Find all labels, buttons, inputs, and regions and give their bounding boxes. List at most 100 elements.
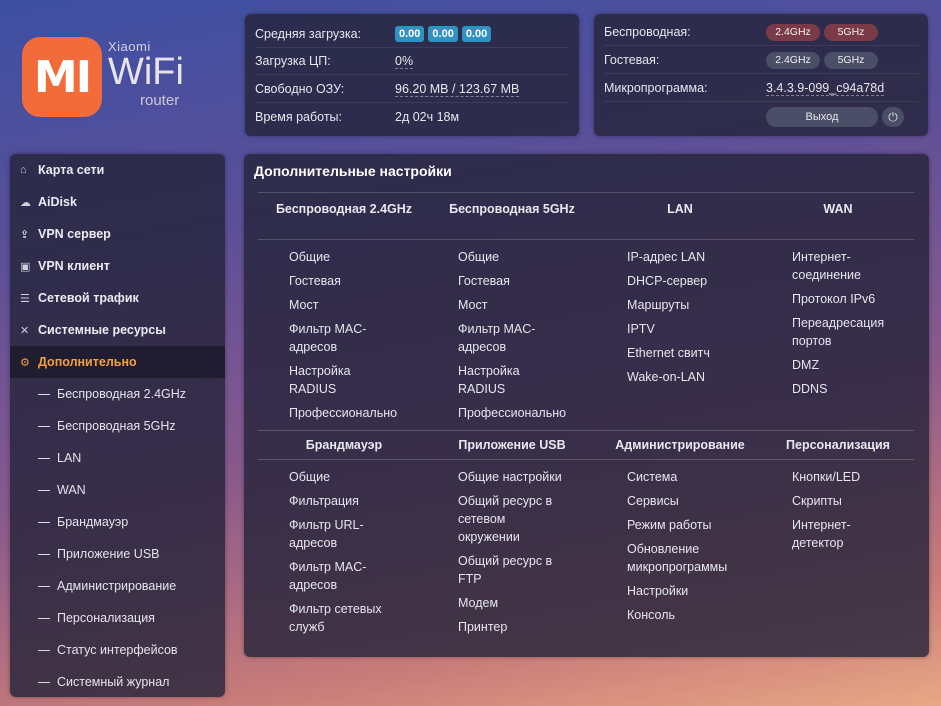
divider (258, 239, 914, 240)
link-lan-routes[interactable]: Маршруты (627, 296, 689, 314)
sidebar-subitem-label: Беспроводная 5GHz (57, 419, 176, 433)
load-5min-badge[interactable]: 0.00 (428, 26, 458, 42)
link-admin-mode[interactable]: Режим работы (627, 516, 711, 534)
sidebar-subitem-lan[interactable]: LAN (10, 442, 225, 474)
sidebar-subitem-wan[interactable]: WAN (10, 474, 225, 506)
link-w5-bridge[interactable]: Мост (458, 296, 487, 314)
link-lan-switch[interactable]: Ethernet свитч (627, 344, 710, 362)
wireless-5-toggle[interactable]: 5GHz (824, 23, 878, 41)
link-wan-dmz[interactable]: DMZ (792, 356, 819, 374)
link-usb-samba[interactable]: Общий ресурс в сетевом окружении (458, 492, 568, 546)
sidebar-item-traffic[interactable]: ☰ Сетевой трафик (10, 282, 225, 314)
firmware-version-link[interactable]: 3.4.3.9-099_c94a78d (766, 81, 885, 96)
guest-24-toggle[interactable]: 2.4GHz (766, 51, 820, 69)
link-fw-mac-filter[interactable]: Фильтр MAC-адресов (289, 558, 389, 594)
sidebar-item-vpn-server[interactable]: ⇪ VPN сервер (10, 218, 225, 250)
link-w24-bridge[interactable]: Мост (289, 296, 318, 314)
sidebar-item-label: VPN клиент (38, 259, 110, 273)
cpu-load-row: Средняя загрузка: 0.00 0.00 0.00 (255, 21, 569, 48)
sidebar-item-label: Сетевой трафик (38, 291, 139, 305)
sidebar-item-system-resources[interactable]: ✕ Системные ресурсы (10, 314, 225, 346)
link-cust-scripts[interactable]: Скрипты (792, 492, 842, 510)
sidebar-subitem-wireless-5[interactable]: Беспроводная 5GHz (10, 410, 225, 442)
link-lan-wol[interactable]: Wake-on-LAN (627, 368, 705, 386)
sidebar-item-aidisk[interactable]: ☁ AiDisk (10, 186, 225, 218)
sidebar-subitem-usb[interactable]: Приложение USB (10, 538, 225, 570)
link-w24-mac-filter[interactable]: Фильтр MAC-адресов (289, 320, 389, 356)
link-usb-printer[interactable]: Принтер (458, 618, 507, 636)
sidebar-item-vpn-client[interactable]: ▣ VPN клиент (10, 250, 225, 282)
link-fw-url-filter[interactable]: Фильтр URL-адресов (289, 516, 379, 552)
link-w24-professional[interactable]: Профессионально (289, 404, 397, 422)
ram-row: Свободно ОЗУ: 96.20 MB / 123.67 MB (255, 76, 569, 103)
link-cust-buttons-led[interactable]: Кнопки/LED (792, 468, 860, 486)
guest-5-toggle[interactable]: 5GHz (824, 51, 878, 69)
link-w5-professional[interactable]: Профессионально (458, 404, 566, 422)
link-admin-firmware[interactable]: Обновление микропрограммы (627, 540, 742, 576)
sidebar-subitem-interface-status[interactable]: Статус интерфейсов (10, 634, 225, 666)
sidebar-subitem-label: Администрирование (57, 579, 177, 593)
link-usb-modem[interactable]: Модем (458, 594, 498, 612)
link-lan-dhcp[interactable]: DHCP-сервер (627, 272, 707, 290)
logout-button[interactable]: Выход (766, 106, 878, 127)
divider (258, 459, 914, 460)
heading-wireless-24: Беспроводная 2.4GHz (275, 202, 413, 216)
sidebar-subitem-admin[interactable]: Администрирование (10, 570, 225, 602)
load-15min-badge[interactable]: 0.00 (461, 26, 492, 42)
logo-sub: router (140, 92, 180, 109)
link-admin-console[interactable]: Консоль (627, 606, 675, 624)
link-wan-ipv6[interactable]: Протокол IPv6 (792, 290, 875, 308)
link-w5-guest[interactable]: Гостевая (458, 272, 510, 290)
heading-wireless-5: Беспроводная 5GHz (449, 202, 575, 216)
mi-logo-mark: MI (22, 37, 102, 117)
link-wan-port-forward[interactable]: Переадресация портов (792, 314, 902, 350)
ram-value[interactable]: 96.20 MB / 123.67 MB (395, 82, 520, 97)
gear-icon: ⚙ (20, 356, 30, 369)
load-1min-badge[interactable]: 0.00 (395, 26, 425, 42)
link-w5-mac-filter[interactable]: Фильтр MAC-адресов (458, 320, 558, 356)
sidebar-subitem-label: Статус интерфейсов (57, 643, 178, 657)
link-lan-iptv[interactable]: IPTV (627, 320, 655, 338)
sidebar-item-advanced[interactable]: ⚙ Дополнительно (10, 346, 225, 378)
link-admin-services[interactable]: Сервисы (627, 492, 679, 510)
sidebar-subitem-customization[interactable]: Персонализация (10, 602, 225, 634)
logout-row: Выход ⏻ (604, 103, 918, 130)
sidebar-subitem-firewall[interactable]: Брандмауэр (10, 506, 225, 538)
wireless-label: Беспроводная: (604, 25, 691, 39)
link-w24-guest[interactable]: Гостевая (289, 272, 341, 290)
wireless-24-toggle[interactable]: 2.4GHz (766, 23, 820, 41)
link-fw-general[interactable]: Общие (289, 468, 330, 486)
link-usb-ftp[interactable]: Общий ресурс в FTP (458, 552, 568, 588)
link-lan-ip[interactable]: IP-адрес LAN (627, 248, 705, 266)
link-wan-ddns[interactable]: DDNS (792, 380, 827, 398)
heading-customization: Персонализация (786, 438, 890, 452)
link-fw-service-filter[interactable]: Фильтр сетевых служб (289, 600, 399, 636)
link-w24-general[interactable]: Общие (289, 248, 330, 266)
sidebar-subitem-label: Приложение USB (57, 547, 160, 561)
link-fw-filtering[interactable]: Фильтрация (289, 492, 359, 510)
sidebar-item-label: VPN сервер (38, 227, 111, 241)
cpu-value[interactable]: 0% (395, 54, 414, 69)
share-icon: ⇪ (20, 228, 30, 241)
guest-row: Гостевая: 2.4GHz 5GHz (604, 47, 918, 74)
link-admin-system[interactable]: Система (627, 468, 677, 486)
link-wan-internet[interactable]: Интернет-соединение (792, 248, 882, 284)
heading-lan: LAN (667, 202, 693, 216)
cloud-icon: ☁ (20, 196, 31, 209)
sidebar-subitem-wireless-24[interactable]: Беспроводная 2.4GHz (10, 378, 225, 410)
firmware-label: Микропрограмма: (604, 81, 708, 95)
cpu-load-label: Средняя загрузка: (255, 27, 362, 41)
link-w5-radius[interactable]: Настройка RADIUS (458, 362, 538, 398)
link-w24-radius[interactable]: Настройка RADIUS (289, 362, 369, 398)
link-usb-general[interactable]: Общие настройки (458, 468, 562, 486)
sidebar-subitem-label: WAN (57, 483, 86, 497)
firmware-row: Микропрограмма: 3.4.3.9-099_c94a78d (604, 75, 918, 102)
link-w5-general[interactable]: Общие (458, 248, 499, 266)
link-cust-internet-detector[interactable]: Интернет-детектор (792, 516, 872, 552)
sidebar-subitem-syslog[interactable]: Системный журнал (10, 666, 225, 698)
sidebar-item-label: Дополнительно (38, 355, 137, 369)
power-icon[interactable]: ⏻ (882, 106, 904, 127)
sidebar-item-network-map[interactable]: ⌂ Карта сети (10, 154, 225, 186)
link-admin-settings[interactable]: Настройки (627, 582, 688, 600)
divider (258, 192, 914, 193)
